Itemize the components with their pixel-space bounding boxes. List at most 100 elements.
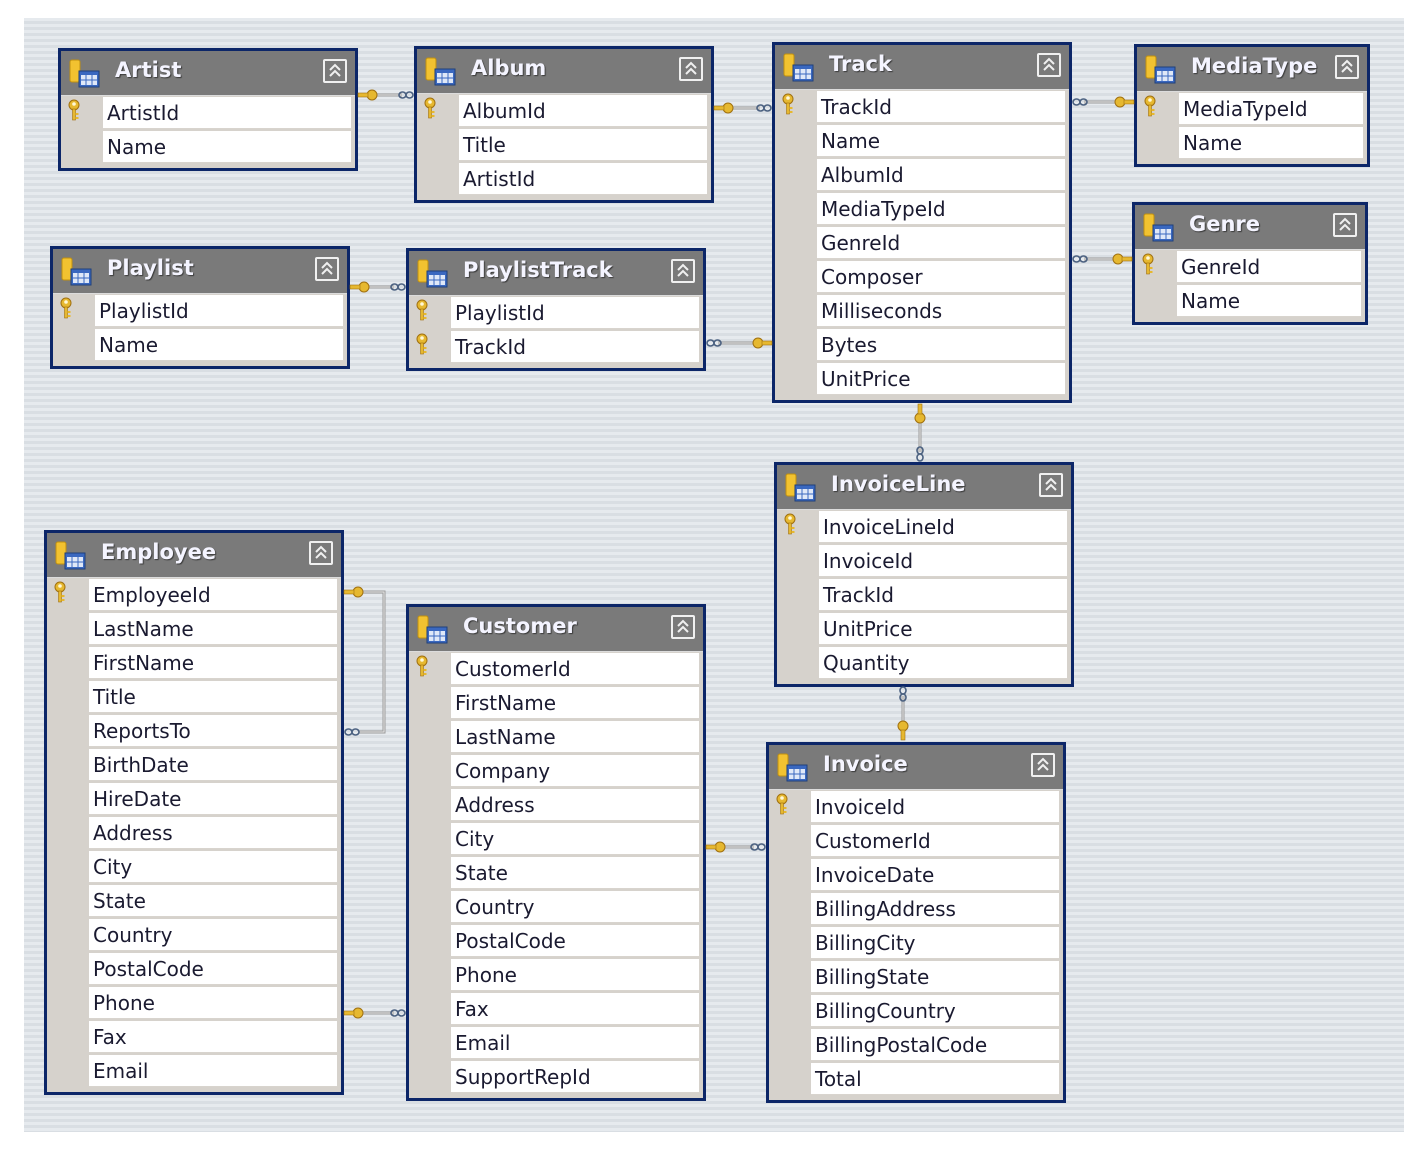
table-genre[interactable]: Genre GenreId Name (1132, 202, 1368, 325)
column-row[interactable]: HireDate (47, 782, 337, 816)
table-customer[interactable]: Customer CustomerId FirstName LastName Compa… (406, 604, 706, 1101)
table-header[interactable]: InvoiceLine (777, 465, 1071, 510)
chevron-double-up-icon[interactable] (671, 259, 695, 283)
chevron-double-up-icon[interactable] (1031, 753, 1055, 777)
relationship-artist-album[interactable] (357, 87, 414, 103)
column-row[interactable]: InvoiceId (777, 544, 1067, 578)
column-row[interactable]: InvoiceDate (769, 858, 1059, 892)
column-row[interactable]: PostalCode (47, 952, 337, 986)
column-row[interactable]: TrackId (775, 90, 1065, 124)
column-row[interactable]: Phone (409, 958, 699, 992)
column-row[interactable]: AlbumId (417, 94, 707, 128)
relationship-playlist-playlisttrack[interactable] (349, 279, 406, 295)
column-row[interactable]: PostalCode (409, 924, 699, 958)
table-header[interactable]: Customer (409, 607, 703, 652)
chevron-double-up-icon[interactable] (679, 57, 703, 81)
column-row[interactable]: BirthDate (47, 748, 337, 782)
column-row[interactable]: InvoiceId (769, 790, 1059, 824)
column-row[interactable]: Quantity (777, 646, 1067, 680)
table-employee[interactable]: Employee EmployeeId LastName FirstName Title… (44, 530, 344, 1095)
column-row[interactable]: State (47, 884, 337, 918)
column-row[interactable]: FirstName (409, 686, 699, 720)
relationship-employee-reportsto[interactable] (343, 582, 394, 742)
chevron-double-up-icon[interactable] (1335, 55, 1359, 79)
table-header[interactable]: Artist (61, 51, 355, 96)
chevron-double-up-icon[interactable] (1037, 53, 1061, 77)
table-header[interactable]: PlaylistTrack (409, 251, 703, 296)
column-row[interactable]: CustomerId (769, 824, 1059, 858)
chevron-double-up-icon[interactable] (323, 59, 347, 83)
table-album[interactable]: Album AlbumId Title ArtistId (414, 46, 714, 203)
chevron-double-up-icon[interactable] (1333, 213, 1357, 237)
table-header[interactable]: Track (775, 45, 1069, 90)
column-row[interactable]: LastName (409, 720, 699, 754)
column-row[interactable]: SupportRepId (409, 1060, 699, 1094)
column-row[interactable]: Milliseconds (775, 294, 1065, 328)
column-row[interactable]: GenreId (1135, 250, 1361, 284)
column-row[interactable]: UnitPrice (775, 362, 1065, 396)
column-row[interactable]: PlaylistId (409, 296, 699, 330)
column-row[interactable]: BillingState (769, 960, 1059, 994)
chevron-double-up-icon[interactable] (1039, 473, 1063, 497)
column-row[interactable]: BillingPostalCode (769, 1028, 1059, 1062)
column-row[interactable]: TrackId (777, 578, 1067, 612)
relationship-track-invoiceline[interactable] (912, 402, 928, 462)
column-row[interactable]: Total (769, 1062, 1059, 1096)
column-row[interactable]: Country (47, 918, 337, 952)
column-row[interactable]: Address (47, 816, 337, 850)
column-row[interactable]: ReportsTo (47, 714, 337, 748)
chevron-double-up-icon[interactable] (671, 615, 695, 639)
table-mediatype[interactable]: MediaType MediaTypeId Name (1134, 44, 1370, 167)
column-row[interactable]: Phone (47, 986, 337, 1020)
relationship-mediatype-track[interactable] (1072, 94, 1135, 110)
column-row[interactable]: State (409, 856, 699, 890)
table-playlisttrack[interactable]: PlaylistTrack PlaylistId TrackId (406, 248, 706, 371)
table-header[interactable]: Playlist (53, 249, 347, 294)
table-track[interactable]: Track TrackId Name AlbumId MediaTypeId GenreI… (772, 42, 1072, 403)
column-row[interactable]: Fax (409, 992, 699, 1026)
column-row[interactable]: Email (409, 1026, 699, 1060)
column-row[interactable]: Email (47, 1054, 337, 1088)
table-artist[interactable]: Artist ArtistId Name (58, 48, 358, 171)
column-row[interactable]: InvoiceLineId (777, 510, 1067, 544)
column-row[interactable]: Name (53, 328, 343, 362)
column-row[interactable]: Address (409, 788, 699, 822)
table-header[interactable]: Album (417, 49, 711, 94)
column-row[interactable]: MediaTypeId (1137, 92, 1363, 126)
column-row[interactable]: UnitPrice (777, 612, 1067, 646)
column-row[interactable]: Name (775, 124, 1065, 158)
column-row[interactable]: FirstName (47, 646, 337, 680)
column-row[interactable]: AlbumId (775, 158, 1065, 192)
column-row[interactable]: City (47, 850, 337, 884)
table-header[interactable]: Employee (47, 533, 341, 578)
column-row[interactable]: Name (61, 130, 351, 164)
column-row[interactable]: BillingCountry (769, 994, 1059, 1028)
column-row[interactable]: EmployeeId (47, 578, 337, 612)
column-row[interactable]: Country (409, 890, 699, 924)
column-row[interactable]: LastName (47, 612, 337, 646)
table-invoiceline[interactable]: InvoiceLine InvoiceLineId InvoiceId TrackId… (774, 462, 1074, 687)
chevron-double-up-icon[interactable] (315, 257, 339, 281)
column-row[interactable]: City (409, 822, 699, 856)
column-row[interactable]: Bytes (775, 328, 1065, 362)
table-playlist[interactable]: Playlist PlaylistId Name (50, 246, 350, 369)
column-row[interactable]: MediaTypeId (775, 192, 1065, 226)
column-row[interactable]: Name (1137, 126, 1363, 160)
table-header[interactable]: Invoice (769, 745, 1063, 790)
column-row[interactable]: Fax (47, 1020, 337, 1054)
column-row[interactable]: GenreId (775, 226, 1065, 260)
table-invoice[interactable]: Invoice InvoiceId CustomerId InvoiceDate Bil… (766, 742, 1066, 1103)
table-header[interactable]: MediaType (1137, 47, 1367, 92)
column-row[interactable]: Name (1135, 284, 1361, 318)
relationship-employee-customer[interactable] (343, 1005, 406, 1021)
relationship-invoice-invoiceline[interactable] (895, 686, 911, 742)
chevron-double-up-icon[interactable] (309, 541, 333, 565)
column-row[interactable]: Title (417, 128, 707, 162)
relationship-album-track[interactable] (713, 100, 772, 116)
column-row[interactable]: Composer (775, 260, 1065, 294)
column-row[interactable]: Company (409, 754, 699, 788)
column-row[interactable]: ArtistId (61, 96, 351, 130)
relationship-track-playlisttrack[interactable] (706, 335, 773, 351)
column-row[interactable]: BillingCity (769, 926, 1059, 960)
column-row[interactable]: ArtistId (417, 162, 707, 196)
